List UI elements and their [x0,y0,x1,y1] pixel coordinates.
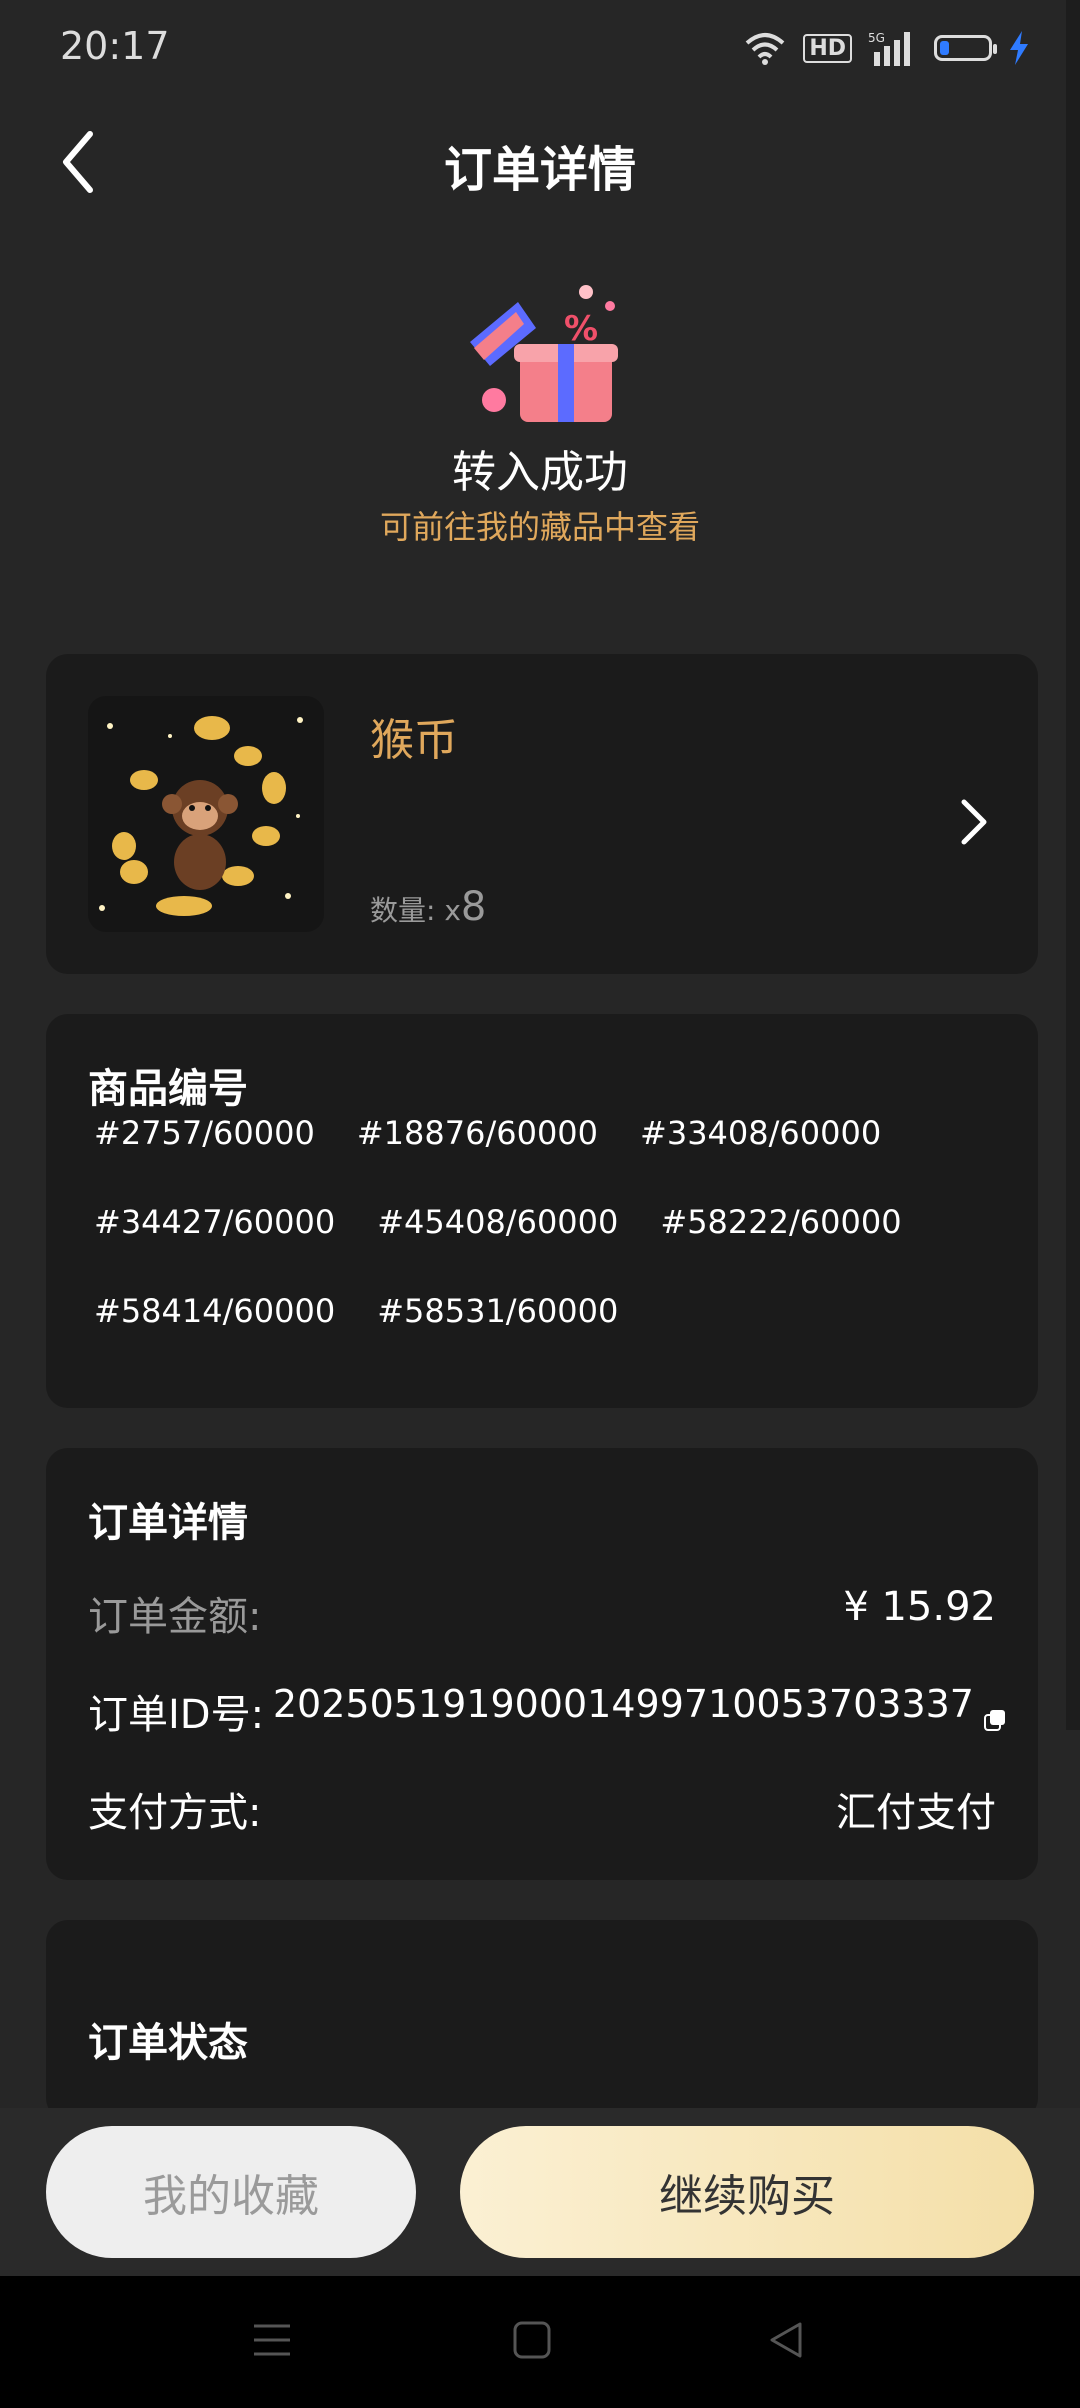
serial-number: #34427/60000 [94,1203,336,1241]
home-icon[interactable] [512,2320,552,2360]
serial-number: #2757/60000 [94,1114,315,1152]
hd-icon: HD [803,33,852,63]
order-amount-label: 订单金额: [88,1594,262,1640]
order-status-card: 订单状态 [46,1920,1038,2120]
quantity: 数量: x8 [370,884,486,930]
serial-number: #58414/60000 [94,1292,336,1330]
status-icons: HD 5G [743,30,1030,66]
serials-title: 商品编号 [88,1066,248,1112]
serial-number: #58222/60000 [660,1203,902,1241]
serials-row: #2757/60000 #18876/60000 #33408/60000 [94,1114,1014,1203]
quantity-label: 数量: [370,894,436,927]
continue-buying-button[interactable]: 继续购买 [460,2126,1034,2258]
order-id-label: 订单ID号: [88,1692,265,1738]
status-time: 20:17 [60,24,170,68]
quantity-value: 8 [460,884,487,930]
order-amount-value: ¥ 15.92 [843,1584,996,1630]
wifi-icon [745,33,785,65]
charging-icon [1010,31,1028,65]
battery-icon [934,35,997,61]
serials-list: #2757/60000 #18876/60000 #33408/60000 #3… [94,1114,1014,1381]
serials-card: 商品编号 #2757/60000 #18876/60000 #33408/600… [46,1014,1038,1408]
scrollbar[interactable] [1066,0,1080,1730]
chevron-right-icon[interactable] [954,792,994,852]
serial-number: #58531/60000 [377,1292,619,1330]
order-id-row: 20250519190001499710053703337 [272,1682,1006,1731]
serials-row: #58414/60000 #58531/60000 [94,1292,1014,1381]
menu-icon[interactable] [252,2320,292,2360]
signal-5g-icon: 5G [868,31,910,66]
payment-method-value: 汇付支付 [836,1790,996,1836]
page-title: 订单详情 [443,142,636,198]
order-status-title: 订单状态 [88,2020,248,2066]
success-title: 转入成功 [452,447,628,498]
order-details-card: 订单详情 订单金额: ¥ 15.92 订单ID号: 20250519190001… [46,1448,1038,1880]
back-nav-icon[interactable] [766,2320,806,2360]
gift-icon: % [460,282,628,432]
system-nav-bar [0,2276,1080,2408]
battery-level [940,41,949,55]
serial-number: #18876/60000 [356,1114,599,1152]
quantity-prefix: x [444,894,461,927]
order-details-title: 订单详情 [88,1500,248,1546]
serials-row: #34427/60000 #45408/60000 #58222/60000 [94,1203,1014,1292]
network-label: 5G [868,31,885,45]
serial-number: #33408/60000 [640,1114,882,1152]
product-name: 猴币 [370,715,458,766]
payment-method-label: 支付方式: [88,1790,262,1836]
product-thumbnail [88,696,324,932]
success-subtitle[interactable]: 可前往我的藏品中查看 [0,502,1080,548]
copy-icon[interactable] [984,1696,1006,1731]
serial-number: #45408/60000 [377,1203,619,1241]
order-id-value: 20250519190001499710053703337 [272,1682,974,1726]
product-card[interactable]: 猴币 数量: x8 [46,654,1038,974]
my-collection-button[interactable]: 我的收藏 [46,2126,416,2258]
svg-text:%: % [564,309,598,349]
